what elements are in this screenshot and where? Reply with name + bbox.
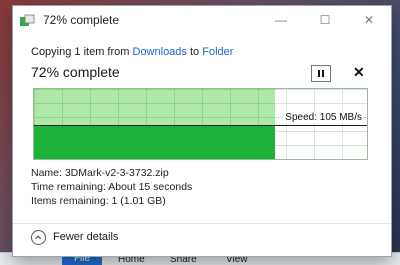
time-remaining-line: Time remaining: About 15 seconds bbox=[31, 181, 193, 193]
speed-line bbox=[34, 125, 367, 126]
minimize-icon: — bbox=[275, 13, 287, 27]
copy-status-line: Copying 1 item from Downloads to Folder bbox=[31, 46, 233, 58]
pause-button[interactable] bbox=[311, 65, 331, 82]
transfer-speed-graph: Speed: 105 MB/s bbox=[33, 88, 368, 160]
file-copy-icon bbox=[20, 14, 35, 26]
cancel-copy-button[interactable]: ✕ bbox=[353, 64, 365, 81]
cancel-icon: ✕ bbox=[353, 64, 365, 80]
speed-label: Speed: 105 MB/s bbox=[284, 112, 363, 123]
copy-status-joiner: to bbox=[189, 46, 200, 58]
chevron-up-icon bbox=[31, 230, 46, 245]
copy-progress-dialog: 72% complete — ☐ ✕ Copying 1 item from D… bbox=[12, 5, 392, 257]
close-window-button[interactable]: ✕ bbox=[347, 6, 391, 34]
minimize-button[interactable]: — bbox=[259, 6, 303, 34]
speed-area bbox=[34, 126, 275, 159]
percent-complete-heading: 72% complete bbox=[31, 64, 120, 80]
file-name-line: Name: 3DMark-v2-3-3732.zip bbox=[31, 167, 169, 179]
window-title: 72% complete bbox=[43, 13, 120, 27]
items-remaining-line: Items remaining: 1 (1.01 GB) bbox=[31, 195, 166, 207]
footer-divider bbox=[13, 223, 391, 224]
copy-status-prefix: Copying 1 item from bbox=[31, 46, 130, 58]
maximize-button[interactable]: ☐ bbox=[303, 6, 347, 34]
maximize-icon: ☐ bbox=[319, 13, 331, 27]
fewer-details-label: Fewer details bbox=[53, 231, 119, 243]
destination-link[interactable]: Folder bbox=[202, 46, 233, 58]
source-link[interactable]: Downloads bbox=[133, 46, 187, 58]
title-bar[interactable]: 72% complete — ☐ ✕ bbox=[13, 6, 391, 34]
close-icon: ✕ bbox=[363, 13, 375, 27]
